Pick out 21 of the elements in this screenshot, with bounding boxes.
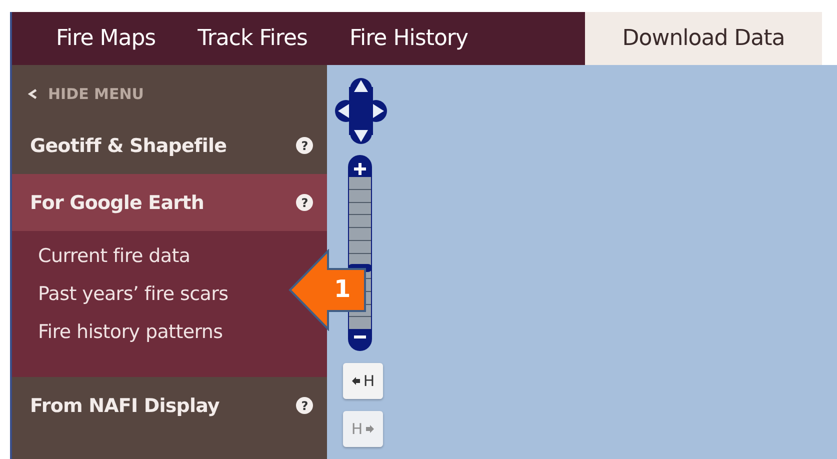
menu-section[interactable]: From NAFI Display ? [12,377,327,434]
help-icon[interactable]: ? [296,397,313,414]
zoom-in-icon[interactable] [348,155,372,177]
submenu-link[interactable]: Fire history patterns [38,313,223,351]
menu-section[interactable]: For Google Earth ? [12,174,327,231]
menu-section[interactable]: Geotiff & Shapefile ? [12,117,327,174]
nav-tab[interactable]: Fire Maps [40,12,172,65]
submenu-link[interactable]: Past years’ fire scars [38,275,228,313]
help-icon[interactable]: ? [296,194,313,211]
nav-tab[interactable]: Track Fires [182,12,324,65]
pan-control-icon[interactable] [335,77,387,145]
zoom-out-icon[interactable] [348,329,372,351]
nav-tab[interactable]: Download Data [585,12,822,65]
layer-button[interactable]: H [343,363,383,399]
callout-arrow: 1 [288,249,368,331]
hide-menu-link[interactable]: HIDE MENU [48,85,144,103]
nav-tab[interactable]: Fire History [333,12,484,65]
arrow-left-icon[interactable] [351,376,362,386]
help-icon[interactable]: ? [296,137,313,154]
submenu-link[interactable]: Current fire data [38,237,190,275]
chevron-left-icon[interactable] [28,89,38,99]
